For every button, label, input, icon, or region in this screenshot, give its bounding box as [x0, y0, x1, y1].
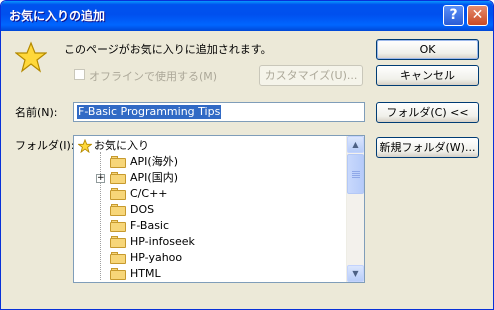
ok-button[interactable]: OK: [376, 39, 479, 60]
tree-item-label: DOS: [130, 203, 155, 216]
folder-tree[interactable]: お気に入り API(海外) + API(国内) C/C++ DOS F-Basi…: [73, 135, 365, 283]
name-label: 名前(N):: [15, 106, 58, 119]
scroll-up-arrow-icon[interactable]: ▲: [347, 136, 364, 153]
info-message: このページがお気に入りに追加されます。: [64, 43, 272, 56]
folder-icon: [110, 156, 126, 168]
folder-label: フォルダ(I):: [15, 139, 75, 152]
expand-plus-icon[interactable]: +: [96, 174, 105, 183]
close-button[interactable]: ✕: [467, 5, 488, 26]
tree-item-label: API(海外): [130, 155, 178, 168]
tree-item-label: HP-yahoo: [130, 251, 183, 264]
cancel-button[interactable]: キャンセル: [376, 65, 479, 86]
folder-icon: [110, 188, 126, 200]
tree-item-label: HTML: [130, 267, 161, 280]
favorites-star-icon: [78, 139, 92, 153]
offline-checkbox[interactable]: [74, 69, 85, 80]
tree-item-label: F-Basic: [130, 219, 170, 232]
folder-icon: [110, 172, 126, 184]
help-button[interactable]: ?: [443, 5, 464, 26]
scroll-down-arrow-icon[interactable]: ▼: [347, 265, 364, 282]
favorites-star-icon: [15, 41, 47, 73]
vertical-scrollbar[interactable]: ▲ ▼: [346, 136, 364, 282]
folder-toggle-button[interactable]: フォルダ(C) <<: [376, 102, 479, 123]
folder-icon: [110, 204, 126, 216]
add-favorites-dialog: お気に入りの追加 ? ✕ このページがお気に入りに追加されます。 オフラインで使…: [0, 0, 494, 310]
folder-icon: [110, 236, 126, 248]
offline-checkbox-label: オフラインで使用する(M): [89, 70, 218, 83]
tree-item-label: API(国内): [130, 171, 178, 184]
name-input[interactable]: F-Basic Programming Tips: [73, 102, 365, 122]
window-title: お気に入りの追加: [9, 9, 106, 23]
tree-item-label: HP-infoseek: [130, 235, 195, 248]
title-bar[interactable]: お気に入りの追加 ? ✕: [1, 1, 493, 31]
new-folder-button[interactable]: 新規フォルダ(W)...: [376, 137, 479, 158]
tree-item-label: C/C++: [130, 187, 168, 200]
folder-icon: [110, 252, 126, 264]
folder-icon: [110, 268, 126, 280]
folder-icon: [110, 220, 126, 232]
name-input-value: F-Basic Programming Tips: [77, 105, 222, 119]
customize-button[interactable]: カスタマイズ(U)...: [259, 65, 363, 86]
tree-root-label: お気に入り: [94, 139, 149, 152]
scroll-thumb[interactable]: [347, 154, 364, 194]
